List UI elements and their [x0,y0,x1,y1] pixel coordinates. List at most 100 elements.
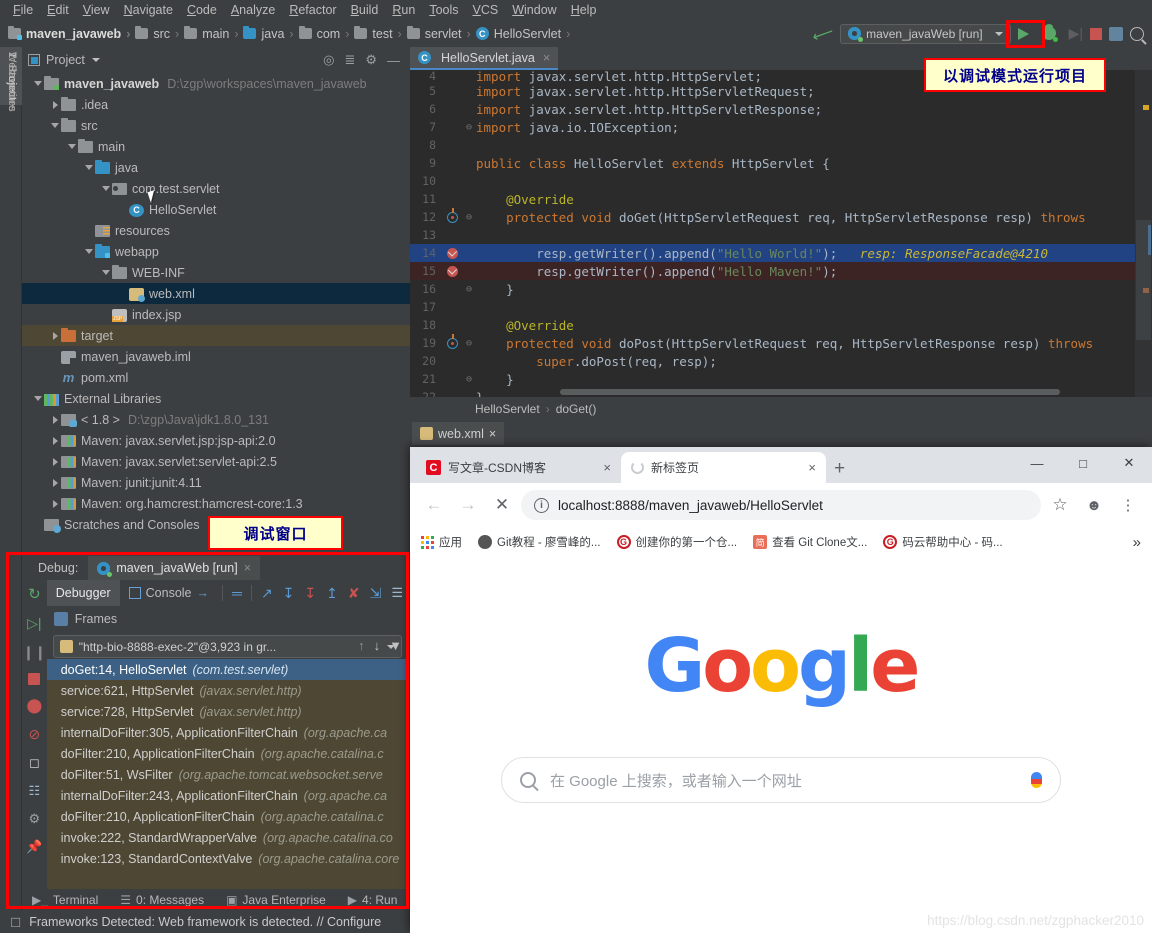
tree-node-webapp[interactable]: webapp [22,241,410,262]
tree-node-maven-javax-servlet-jsp-jsp-api-2-0[interactable]: Maven: javax.servlet.jsp:jsp-api:2.0 [22,430,410,451]
bookmark-item-0[interactable]: 应用 [421,534,462,550]
breakpoint-icon[interactable] [442,265,462,277]
code-line-19[interactable]: 19 ⊖ protected void doPost(HttpServletReq… [410,333,1135,352]
tree-node-web-inf[interactable]: WEB-INF [22,262,410,283]
override-method-icon[interactable] [442,333,462,349]
stack-frame-row[interactable]: doFilter:210, ApplicationFilterChain (org… [47,806,408,827]
chevron-down-icon[interactable] [83,241,95,262]
override-method-icon[interactable] [442,207,462,223]
tree-node-pom-xml[interactable]: m pom.xml [22,367,410,388]
menu-item-edit[interactable]: Edit [40,1,76,19]
code-line-7[interactable]: 7 ⊖ import java.io.IOException; [410,118,1135,136]
build-hammer-icon[interactable]: ⟵ [809,21,835,45]
menu-item-run[interactable]: Run [385,1,422,19]
code-fold-handle[interactable]: ⊖ [462,122,476,133]
gear-icon[interactable]: ⚙ [365,52,377,68]
breadcrumb-item-main[interactable]: main › [184,26,243,41]
breadcrumb-item-com[interactable]: com › [298,26,355,41]
breadcrumb-method[interactable]: doGet() [556,402,597,416]
tree-node-maven-junit-junit-4-11[interactable]: Maven: junit:junit:4.11 [22,472,410,493]
chevron-down-icon[interactable] [66,136,78,157]
tree-node-resources[interactable]: resources [22,220,410,241]
breadcrumb-class[interactable]: HelloServlet [475,402,540,416]
stack-frame-row[interactable]: doFilter:51, WsFilter (org.apache.tomcat.… [47,764,408,785]
evaluate-expression-icon[interactable]: ☰ [386,585,408,601]
menu-item-view[interactable]: View [76,1,117,19]
event-log-icon[interactable]: ☐ [10,915,21,930]
tree-node-external-libraries[interactable]: External Libraries [22,388,410,409]
thread-selector[interactable]: "http-bio-8888-exec-2"@3,923 in gr... [52,635,402,658]
drop-frame-icon[interactable]: ✘ [343,585,365,602]
chevron-down-icon[interactable] [32,388,44,409]
stack-frame-row[interactable]: service:728, HttpServlet (javax.servlet.h… [47,701,408,722]
stack-frame-row[interactable]: service:621, HttpServlet (javax.servlet.h… [47,680,408,701]
tab-debugger[interactable]: Debugger [46,580,120,606]
tree-node-main[interactable]: main [22,136,410,157]
chevron-right-icon[interactable] [49,451,61,472]
maximize-button[interactable]: □ [1060,447,1106,479]
code-line-15[interactable]: 15 resp.getWriter().append("Hello Maven!… [410,262,1135,280]
breadcrumb-item-maven-javaweb[interactable]: maven_javaweb › [8,26,135,41]
step-into-icon[interactable]: ↧ [278,585,300,602]
code-line-10[interactable]: 10 [410,172,1135,190]
debug-session-tab[interactable]: maven_javaWeb [run] × [88,556,260,580]
chevron-down-icon[interactable] [100,262,112,283]
code-line-21[interactable]: 21 ⊖ } [410,370,1135,388]
chevron-down-icon[interactable] [100,178,112,199]
menu-item-window[interactable]: Window [505,1,563,19]
chevron-right-icon[interactable] [49,472,61,493]
mute-breakpoints-icon[interactable]: ⊘ [29,726,41,743]
sidebar-item-structure[interactable]: 7: Structure [0,47,22,116]
chrome-menu-icon[interactable]: ⋮ [1113,490,1143,520]
tree-node-maven-javax-servlet-servlet-api-2-5[interactable]: Maven: javax.servlet:servlet-api:2.5 [22,451,410,472]
stack-frame-row[interactable]: doGet:14, HelloServlet (com.test.servlet) [46,659,408,680]
menu-item-navigate[interactable]: Navigate [117,1,180,19]
pause-program-icon[interactable]: ❙❙ [23,644,46,661]
google-search-box[interactable]: 在 Google 上搜索，或者输入一个网址 [501,757,1061,803]
code-content[interactable]: 4 import javax.servlet.http.HttpServlet; 5… [410,70,1135,397]
code-line-8[interactable]: 8 [410,136,1135,154]
browser-tab-newtab[interactable]: 新标签页 × [621,452,826,483]
menu-item-code[interactable]: Code [180,1,224,19]
code-line-12[interactable]: 12 ⊖ protected void doGet(HttpServletRequ… [410,207,1135,226]
bookmark-item-2[interactable]: G 创建你的第一个仓... [616,534,737,550]
code-line-13[interactable]: 13 [410,226,1135,244]
stack-frame-row[interactable]: invoke:222, StandardWrapperValve (org.apa… [47,827,408,848]
bottom-item-run[interactable]: ▶ 4: Run [348,893,398,907]
microphone-icon[interactable] [1031,772,1042,788]
scrollbar-thumb[interactable] [1136,220,1151,340]
call-stack-list[interactable]: doGet:14, HelloServlet (com.test.servlet)… [46,659,408,904]
settings-gear-icon[interactable]: ⚙ [29,811,41,827]
close-icon[interactable]: × [489,427,496,441]
code-line-16[interactable]: 16 ⊖ } [410,280,1135,298]
tree-node-maven-javaweb-iml[interactable]: maven_javaweb.iml [22,346,410,367]
chevron-down-icon[interactable] [83,157,95,178]
bottom-item-java-enterprise[interactable]: ▣ Java Enterprise [226,893,326,907]
menu-item-tools[interactable]: Tools [422,1,465,19]
project-structure-icon[interactable] [1109,26,1123,41]
search-icon[interactable] [1130,26,1144,41]
bookmark-star-icon[interactable]: ☆ [1045,490,1075,520]
breadcrumb-item-helloservlet[interactable]: C HelloServlet › [475,27,576,41]
tree-node--1-8-[interactable]: < 1.8 > D:\zgp\Java\jdk1.8.0_131 [22,409,410,430]
menu-item-help[interactable]: Help [564,1,604,19]
bookmark-item-4[interactable]: G 码云帮助中心 - 码... [883,534,1003,550]
code-line-17[interactable]: 17 [410,298,1135,316]
camera-icon[interactable]: ◻ [29,755,40,771]
close-icon[interactable]: × [543,50,551,65]
code-line-18[interactable]: 18 @Override [410,316,1135,334]
code-line-9[interactable]: 9 public class HelloServlet extends HttpS… [410,154,1135,172]
address-bar[interactable]: i localhost:8888/maven_javaweb/HelloServ… [521,490,1041,520]
layout-icon[interactable]: ☷ [29,783,41,799]
run-to-cursor-icon[interactable]: ⇲ [365,585,387,602]
stop-button[interactable] [1090,27,1102,40]
stack-frame-row[interactable]: internalDoFilter:305, ApplicationFilterC… [47,722,408,743]
code-fold-handle[interactable]: ⊖ [462,212,476,223]
tree-node-src[interactable]: src [22,115,410,136]
tab-console[interactable]: Console → [120,580,218,606]
rerun-debug-icon[interactable]: ▶| [1069,25,1083,42]
breakpoint-icon[interactable] [442,247,462,259]
breadcrumb-item-src[interactable]: src › [135,26,184,41]
code-line-14[interactable]: 14 resp.getWriter().append("Hello World!… [410,244,1135,262]
locate-file-icon[interactable]: ◎ [323,52,334,68]
